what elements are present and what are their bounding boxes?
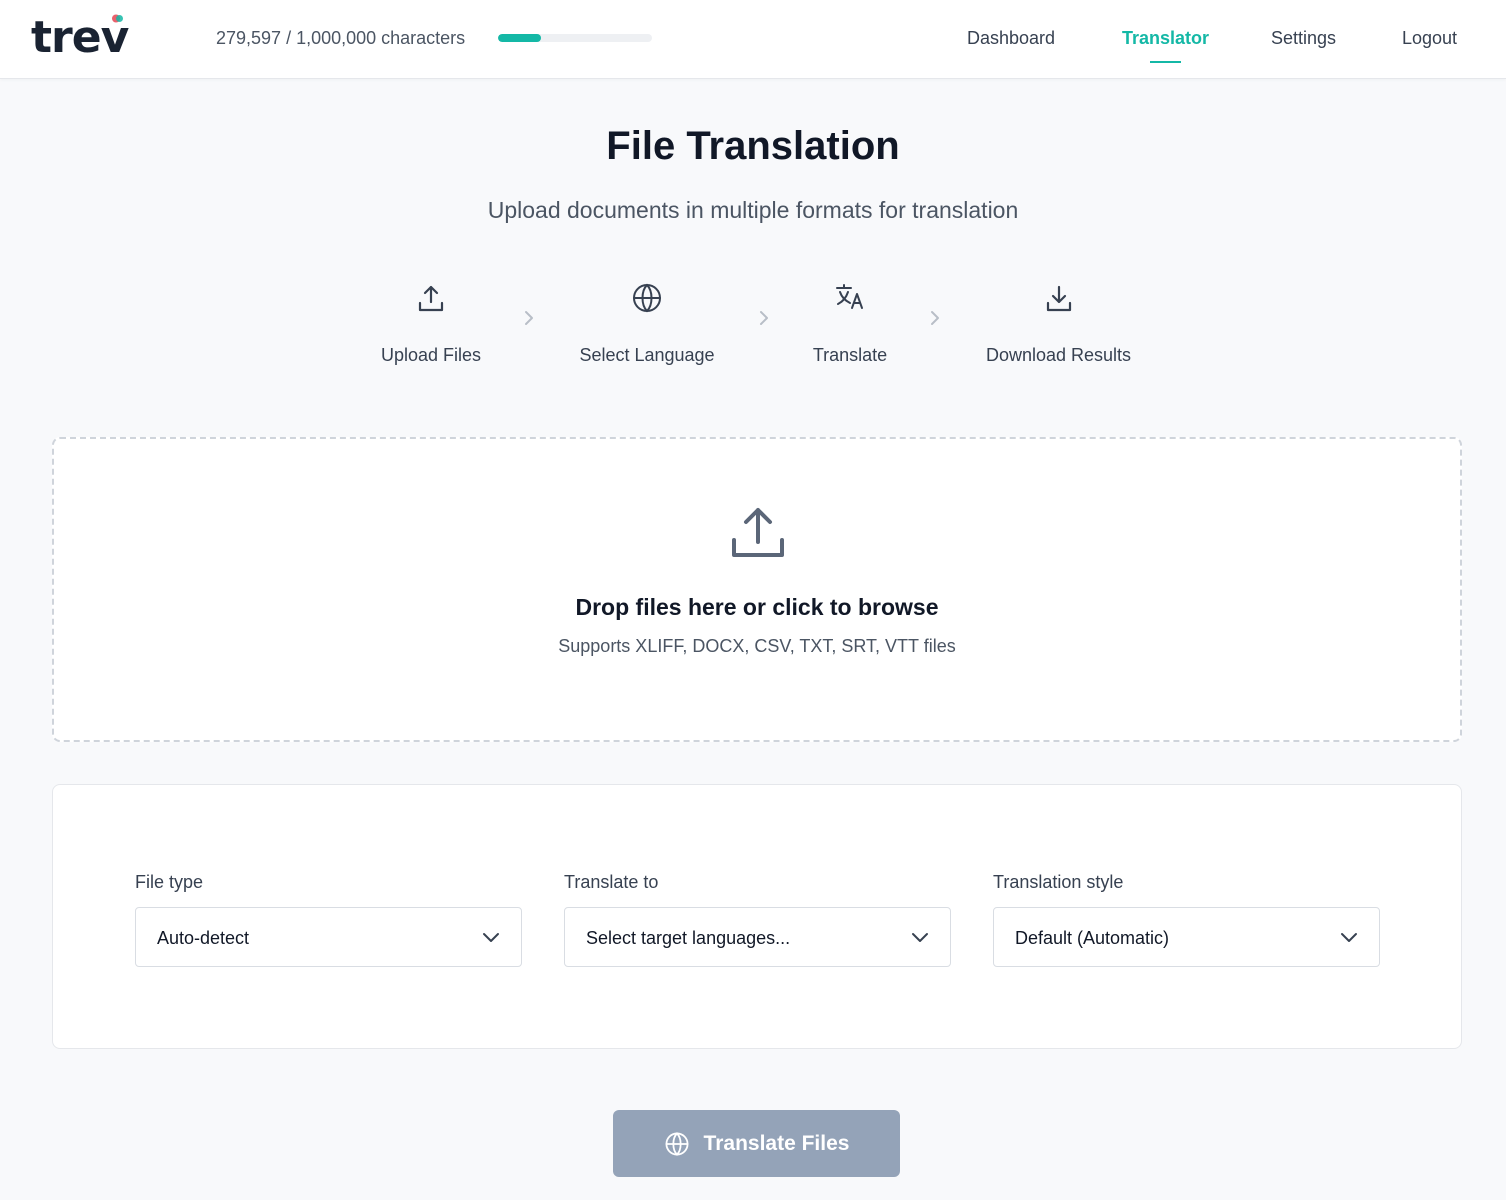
translate-files-button[interactable]: Translate Files	[613, 1110, 900, 1177]
character-usage-progress-fill	[498, 34, 542, 42]
page-subtitle: Upload documents in multiple formats for…	[487, 197, 1019, 223]
drop-zone-supported-formats: Supports XLIFF, DOCX, CSV, TXT, SRT, VTT…	[558, 636, 956, 656]
globe-icon	[633, 283, 661, 313]
chevron-right-icon	[931, 311, 939, 325]
target-languages-select[interactable]: Select target languages...	[564, 907, 951, 967]
drop-zone-title: Drop files here or click to browse	[575, 594, 939, 620]
translate-files-button-label: Translate Files	[703, 1131, 850, 1155]
chevron-down-icon	[1341, 933, 1357, 942]
nav-translator-link[interactable]: Translator	[1122, 27, 1209, 49]
step-translate: Translate	[800, 282, 900, 366]
upload-icon	[732, 508, 784, 557]
character-usage-text: 279,597 / 1,000,000 characters	[216, 28, 466, 48]
logo-dot-icon	[112, 14, 123, 23]
step-label: Upload Files	[380, 345, 482, 365]
translation-style-label: Translation style	[993, 872, 1124, 892]
translation-options-card: File type Auto-detect Translate to Selec…	[52, 784, 1462, 1049]
step-label: Translate	[812, 345, 888, 365]
translation-style-selected-value: Default (Automatic)	[1015, 928, 1170, 948]
step-upload-files: Upload Files	[370, 282, 492, 366]
character-usage-progress-bar	[498, 34, 652, 42]
translate-to-label: Translate to	[564, 872, 659, 892]
upload-icon	[418, 285, 444, 312]
step-label: Select Language	[579, 345, 715, 365]
file-drop-zone[interactable]: Drop files here or click to browse Suppo…	[52, 437, 1462, 742]
globe-icon	[665, 1131, 689, 1156]
translation-style-select[interactable]: Default (Automatic)	[993, 907, 1380, 967]
file-type-label: File type	[135, 872, 204, 892]
chevron-right-icon	[760, 311, 768, 325]
chevron-right-icon	[525, 311, 533, 325]
chevron-down-icon	[483, 933, 499, 942]
step-download-results: Download Results	[976, 282, 1141, 366]
active-nav-indicator	[1150, 61, 1181, 63]
file-type-selected-value: Auto-detect	[157, 928, 250, 948]
download-icon	[1046, 285, 1071, 312]
top-navigation-bar: trev 279,597 / 1,000,000 characters Dash…	[0, 0, 1506, 79]
chevron-down-icon	[912, 933, 928, 942]
page-title: File Translation	[606, 124, 900, 168]
target-languages-placeholder: Select target languages...	[586, 928, 791, 948]
step-label: Download Results	[985, 345, 1132, 365]
translate-icon	[836, 284, 863, 309]
file-type-select[interactable]: Auto-detect	[135, 907, 522, 967]
nav-settings-link[interactable]: Settings	[1271, 27, 1336, 49]
step-select-language: Select Language	[567, 282, 727, 366]
nav-dashboard-link[interactable]: Dashboard	[967, 27, 1055, 49]
nav-logout-link[interactable]: Logout	[1402, 27, 1457, 49]
